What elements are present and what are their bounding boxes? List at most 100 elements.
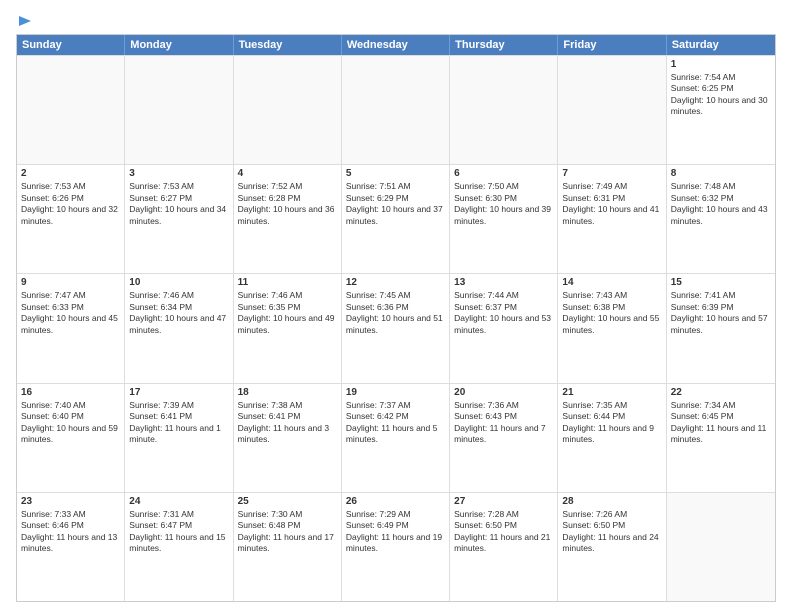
calendar-cell: 6 Sunrise: 7:50 AM Sunset: 6:30 PM Daylig… <box>450 165 558 273</box>
logo <box>16 16 31 26</box>
calendar-cell <box>667 493 775 601</box>
calendar-cell: 18 Sunrise: 7:38 AM Sunset: 6:41 PM Dayli… <box>234 384 342 492</box>
calendar-cell: 3 Sunrise: 7:53 AM Sunset: 6:27 PM Daylig… <box>125 165 233 273</box>
calendar-cell <box>558 56 666 164</box>
day-number: 24 <box>129 496 228 507</box>
calendar-row: 9Sunrise: 7:47 AM Sunset: 6:33 PM Daylig… <box>17 273 775 382</box>
weekday-header: Thursday <box>450 35 558 55</box>
calendar-cell: 10 Sunrise: 7:46 AM Sunset: 6:34 PM Dayli… <box>125 274 233 382</box>
day-info: Sunrise: 7:40 AM Sunset: 6:40 PM Dayligh… <box>21 400 120 446</box>
day-info: Sunrise: 7:49 AM Sunset: 6:31 PM Dayligh… <box>562 181 661 227</box>
calendar-cell: 23 Sunrise: 7:33 AM Sunset: 6:46 PM Dayli… <box>17 493 125 601</box>
day-info: Sunrise: 7:38 AM Sunset: 6:41 PM Dayligh… <box>238 400 337 446</box>
calendar: SundayMondayTuesdayWednesdayThursdayFrid… <box>16 34 776 602</box>
day-info: Sunrise: 7:41 AM Sunset: 6:39 PM Dayligh… <box>671 290 771 336</box>
day-info: Sunrise: 7:46 AM Sunset: 6:34 PM Dayligh… <box>129 290 228 336</box>
day-number: 18 <box>238 387 337 398</box>
weekday-header: Tuesday <box>234 35 342 55</box>
day-number: 19 <box>346 387 445 398</box>
calendar-cell: 9Sunrise: 7:47 AM Sunset: 6:33 PM Daylig… <box>17 274 125 382</box>
calendar-row: 2 Sunrise: 7:53 AM Sunset: 6:26 PM Daylig… <box>17 164 775 273</box>
day-info: Sunrise: 7:53 AM Sunset: 6:27 PM Dayligh… <box>129 181 228 227</box>
day-info: Sunrise: 7:46 AM Sunset: 6:35 PM Dayligh… <box>238 290 337 336</box>
day-number: 1 <box>671 59 771 70</box>
calendar-cell: 15 Sunrise: 7:41 AM Sunset: 6:39 PM Dayli… <box>667 274 775 382</box>
day-number: 25 <box>238 496 337 507</box>
calendar-cell: 20 Sunrise: 7:36 AM Sunset: 6:43 PM Dayli… <box>450 384 558 492</box>
day-info: Sunrise: 7:47 AM Sunset: 6:33 PM Dayligh… <box>21 290 120 336</box>
calendar-cell: 1 Sunrise: 7:54 AM Sunset: 6:25 PM Daylig… <box>667 56 775 164</box>
weekday-header: Monday <box>125 35 233 55</box>
day-info: Sunrise: 7:39 AM Sunset: 6:41 PM Dayligh… <box>129 400 228 446</box>
day-info: Sunrise: 7:53 AM Sunset: 6:26 PM Dayligh… <box>21 181 120 227</box>
page: SundayMondayTuesdayWednesdayThursdayFrid… <box>0 0 792 612</box>
day-number: 17 <box>129 387 228 398</box>
day-number: 16 <box>21 387 120 398</box>
calendar-cell: 24 Sunrise: 7:31 AM Sunset: 6:47 PM Dayli… <box>125 493 233 601</box>
day-number: 13 <box>454 277 553 288</box>
day-number: 20 <box>454 387 553 398</box>
day-number: 23 <box>21 496 120 507</box>
day-info: Sunrise: 7:33 AM Sunset: 6:46 PM Dayligh… <box>21 509 120 555</box>
calendar-cell <box>450 56 558 164</box>
day-number: 3 <box>129 168 228 179</box>
calendar-cell: 17 Sunrise: 7:39 AM Sunset: 6:41 PM Dayli… <box>125 384 233 492</box>
day-info: Sunrise: 7:35 AM Sunset: 6:44 PM Dayligh… <box>562 400 661 446</box>
day-info: Sunrise: 7:26 AM Sunset: 6:50 PM Dayligh… <box>562 509 661 555</box>
day-info: Sunrise: 7:34 AM Sunset: 6:45 PM Dayligh… <box>671 400 771 446</box>
day-info: Sunrise: 7:51 AM Sunset: 6:29 PM Dayligh… <box>346 181 445 227</box>
calendar-cell <box>125 56 233 164</box>
day-info: Sunrise: 7:54 AM Sunset: 6:25 PM Dayligh… <box>671 72 771 118</box>
calendar-cell: 2 Sunrise: 7:53 AM Sunset: 6:26 PM Daylig… <box>17 165 125 273</box>
calendar-cell: 28Sunrise: 7:26 AM Sunset: 6:50 PM Dayli… <box>558 493 666 601</box>
calendar-header: SundayMondayTuesdayWednesdayThursdayFrid… <box>17 35 775 55</box>
weekday-header: Sunday <box>17 35 125 55</box>
calendar-cell: 27Sunrise: 7:28 AM Sunset: 6:50 PM Dayli… <box>450 493 558 601</box>
day-info: Sunrise: 7:37 AM Sunset: 6:42 PM Dayligh… <box>346 400 445 446</box>
day-info: Sunrise: 7:28 AM Sunset: 6:50 PM Dayligh… <box>454 509 553 555</box>
calendar-cell <box>234 56 342 164</box>
calendar-body: 1 Sunrise: 7:54 AM Sunset: 6:25 PM Daylig… <box>17 55 775 601</box>
weekday-header: Wednesday <box>342 35 450 55</box>
day-number: 2 <box>21 168 120 179</box>
day-info: Sunrise: 7:44 AM Sunset: 6:37 PM Dayligh… <box>454 290 553 336</box>
calendar-row: 16 Sunrise: 7:40 AM Sunset: 6:40 PM Dayli… <box>17 383 775 492</box>
calendar-cell: 16 Sunrise: 7:40 AM Sunset: 6:40 PM Dayli… <box>17 384 125 492</box>
day-number: 26 <box>346 496 445 507</box>
calendar-cell: 19 Sunrise: 7:37 AM Sunset: 6:42 PM Dayli… <box>342 384 450 492</box>
day-info: Sunrise: 7:29 AM Sunset: 6:49 PM Dayligh… <box>346 509 445 555</box>
calendar-cell: 11 Sunrise: 7:46 AM Sunset: 6:35 PM Dayli… <box>234 274 342 382</box>
day-number: 21 <box>562 387 661 398</box>
calendar-cell <box>17 56 125 164</box>
day-info: Sunrise: 7:30 AM Sunset: 6:48 PM Dayligh… <box>238 509 337 555</box>
header <box>16 16 776 26</box>
weekday-header: Saturday <box>667 35 775 55</box>
calendar-cell: 25 Sunrise: 7:30 AM Sunset: 6:48 PM Dayli… <box>234 493 342 601</box>
calendar-cell: 14Sunrise: 7:43 AM Sunset: 6:38 PM Dayli… <box>558 274 666 382</box>
calendar-cell: 8Sunrise: 7:48 AM Sunset: 6:32 PM Daylig… <box>667 165 775 273</box>
day-number: 5 <box>346 168 445 179</box>
calendar-cell: 13 Sunrise: 7:44 AM Sunset: 6:37 PM Dayli… <box>450 274 558 382</box>
day-info: Sunrise: 7:36 AM Sunset: 6:43 PM Dayligh… <box>454 400 553 446</box>
calendar-cell: 5 Sunrise: 7:51 AM Sunset: 6:29 PM Daylig… <box>342 165 450 273</box>
day-number: 11 <box>238 277 337 288</box>
day-info: Sunrise: 7:31 AM Sunset: 6:47 PM Dayligh… <box>129 509 228 555</box>
day-info: Sunrise: 7:48 AM Sunset: 6:32 PM Dayligh… <box>671 181 771 227</box>
weekday-header: Friday <box>558 35 666 55</box>
day-info: Sunrise: 7:52 AM Sunset: 6:28 PM Dayligh… <box>238 181 337 227</box>
day-info: Sunrise: 7:50 AM Sunset: 6:30 PM Dayligh… <box>454 181 553 227</box>
calendar-row: 23 Sunrise: 7:33 AM Sunset: 6:46 PM Dayli… <box>17 492 775 601</box>
day-info: Sunrise: 7:43 AM Sunset: 6:38 PM Dayligh… <box>562 290 661 336</box>
day-number: 10 <box>129 277 228 288</box>
logo-flag-icon <box>17 16 31 30</box>
calendar-cell: 26 Sunrise: 7:29 AM Sunset: 6:49 PM Dayli… <box>342 493 450 601</box>
calendar-cell: 7 Sunrise: 7:49 AM Sunset: 6:31 PM Daylig… <box>558 165 666 273</box>
day-number: 12 <box>346 277 445 288</box>
calendar-cell: 22Sunrise: 7:34 AM Sunset: 6:45 PM Dayli… <box>667 384 775 492</box>
calendar-row: 1 Sunrise: 7:54 AM Sunset: 6:25 PM Daylig… <box>17 55 775 164</box>
calendar-cell: 12 Sunrise: 7:45 AM Sunset: 6:36 PM Dayli… <box>342 274 450 382</box>
day-info: Sunrise: 7:45 AM Sunset: 6:36 PM Dayligh… <box>346 290 445 336</box>
day-number: 15 <box>671 277 771 288</box>
day-number: 7 <box>562 168 661 179</box>
day-number: 6 <box>454 168 553 179</box>
